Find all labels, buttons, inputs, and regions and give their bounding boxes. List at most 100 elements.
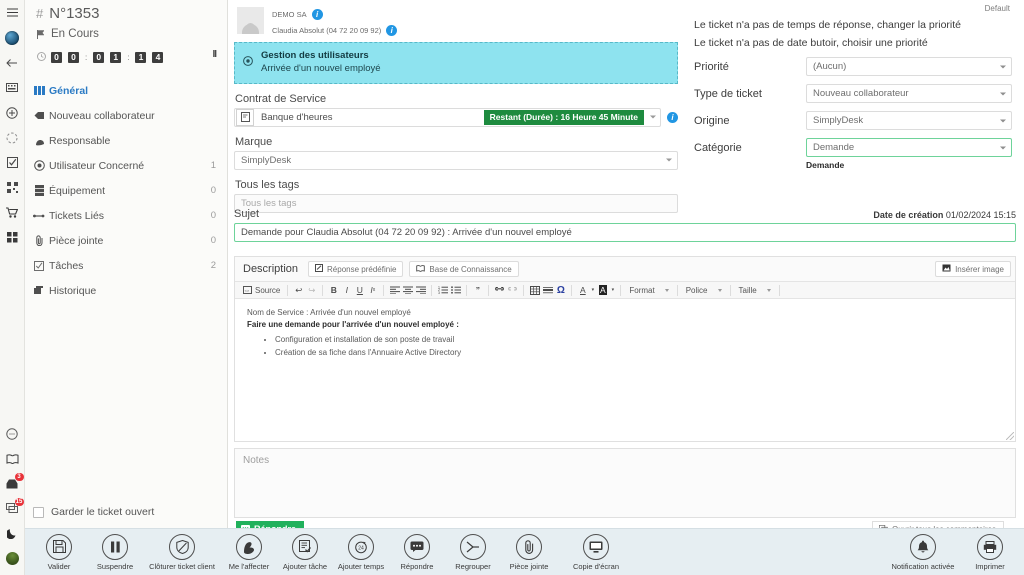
sidebar-item-equipement[interactable]: Équipement 0 [25,178,227,203]
grid-apps-icon[interactable] [0,225,25,250]
underline-icon[interactable]: U [353,283,366,297]
background-color-icon[interactable]: A [596,283,609,297]
globe-icon[interactable] [0,25,25,50]
task-check-icon[interactable] [0,150,25,175]
cart-icon[interactable] [0,200,25,225]
predefined-reply-button[interactable]: Réponse prédéfinie [308,261,404,277]
font-dropdown[interactable]: Police [682,286,726,295]
sidebar-item-utilisateur-concerne[interactable]: Utilisateur Concerné 1 [25,153,227,178]
redo-icon[interactable]: ↪ [305,283,318,297]
numbered-list-icon[interactable]: 123 [436,283,449,297]
background-color-caret-icon[interactable]: ▾ [609,283,616,297]
merge-button[interactable]: Regrouper [445,533,501,571]
marque-select[interactable]: SimplyDesk [234,150,678,170]
table-icon[interactable] [528,283,541,297]
company-info-icon[interactable]: i [311,9,323,20]
creation-date-value: 01/02/2024 15:15 [945,210,1016,220]
source-button[interactable]: <> Source [240,283,283,297]
police-label: Police [685,285,708,295]
sidebar-item-general[interactable]: Général [25,78,227,103]
notes-textarea[interactable]: Notes [234,448,1016,518]
origine-label: Origine [694,114,730,127]
contact-info-icon[interactable]: i [386,25,398,36]
paperclip-icon [516,533,542,560]
categorie-select[interactable]: Demande [806,138,1012,157]
divider [778,284,780,296]
close-client-ticket-button[interactable]: Clôturer ticket client [143,533,221,571]
insert-image-button[interactable]: Insérer image [935,261,1011,277]
format-dropdown[interactable]: Format [625,286,672,295]
keyboard-icon[interactable] [0,75,25,100]
bold-icon[interactable]: B [327,283,340,297]
sidebar-item-piece-jointe[interactable]: Pièce jointe 0 [25,228,227,253]
blockquote-icon[interactable]: ” [471,283,484,297]
user-avatar-icon[interactable] [0,546,25,571]
sidebar-item-taches[interactable]: Tâches 2 [25,253,227,278]
italic-icon[interactable]: I [340,283,353,297]
ticket-timer: 0 0 : 0 1 : 1 4 II [25,40,227,66]
add-task-button[interactable]: Ajouter tâche [277,533,333,571]
merge-label: Regrouper [455,561,491,571]
comments-icon[interactable]: 15 [0,496,25,521]
menu-icon[interactable] [0,0,25,25]
editor-resize-handle[interactable] [1006,432,1014,440]
attachment-button[interactable]: Pièce jointe [501,533,557,571]
validate-button[interactable]: Valider [31,533,87,571]
sidebar-item-responsable[interactable]: Responsable [25,128,227,153]
service-banner[interactable]: Gestion des utilisateurs Arrivée d'un no… [234,42,678,84]
add-time-button[interactable]: 24 Ajouter temps [333,533,389,571]
text-color-caret-icon[interactable]: ▾ [589,283,596,297]
suspend-button[interactable]: Suspendre [87,533,143,571]
priority-select[interactable]: (Aucun) [806,57,1012,76]
marque-label: Marque [235,135,273,148]
bulleted-list-icon[interactable] [449,283,462,297]
book-icon[interactable] [0,446,25,471]
moon-icon[interactable] [0,521,25,546]
timer-colon-1: : [85,52,88,62]
description-body[interactable]: Nom de Service : Arrivée d'un nouvel emp… [235,299,1015,441]
divider [287,284,289,296]
horizontal-rule-icon[interactable] [541,283,554,297]
screenshot-button[interactable]: Copie d'écran [557,533,635,571]
keep-ticket-open-checkbox[interactable] [33,506,44,518]
text-color-icon[interactable]: A [576,283,589,297]
timer-digit-s1: 1 [135,51,147,63]
undo-icon[interactable]: ↩ [292,283,305,297]
ticket-type-select[interactable]: Nouveau collaborateur [806,84,1012,103]
categorie-value: Demande [813,142,855,153]
align-right-icon[interactable] [414,283,427,297]
subject-input[interactable]: Demande pour Claudia Absolut (04 72 20 0… [234,223,1016,242]
back-arrow-icon[interactable] [0,50,25,75]
contract-info-icon[interactable]: i [667,111,678,123]
sidebar-item-label: Équipement [49,184,106,197]
knowledge-base-button[interactable]: Base de Connaissance [409,261,519,277]
ticket-type-row: Type de ticket Nouveau collaborateur [694,84,1012,103]
add-circle-icon[interactable] [0,100,25,125]
contract-select[interactable]: Banque d'heures Restant (Durée) : 16 Heu… [234,107,661,127]
align-left-icon[interactable] [388,283,401,297]
notification-button[interactable]: Notification activée [884,533,962,571]
remove-format-icon[interactable]: Ix [366,283,379,297]
assign-to-me-button[interactable]: Me l'affecter [221,533,277,571]
chat-bubble-icon[interactable] [0,421,25,446]
link-icon[interactable] [493,283,506,297]
sidebar-item-historique[interactable]: Historique [25,278,227,303]
reply-action-button[interactable]: Répondre [389,533,445,571]
refresh-circle-icon[interactable] [0,125,25,150]
origine-select[interactable]: SimplyDesk [806,111,1012,130]
timer-pause-button[interactable]: II [212,49,216,60]
print-button[interactable]: Imprimer [962,533,1018,571]
link-icon [33,210,45,222]
align-center-icon[interactable] [401,283,414,297]
qrcode-icon[interactable] [0,175,25,200]
size-dropdown[interactable]: Taille [735,286,775,295]
special-char-icon[interactable]: Ω [554,283,567,297]
default-label: Default [984,4,1010,13]
sidebar-item-tickets-lies[interactable]: Tickets Liés 0 [25,203,227,228]
inbox-icon[interactable]: 3 [0,471,25,496]
unlink-icon[interactable] [506,283,519,297]
sidebar-item-count: 1 [210,160,216,171]
ticket-status-label: En Cours [51,28,99,40]
sidebar-item-nouveau-collaborateur[interactable]: Nouveau collaborateur [25,103,227,128]
chevron-down-icon[interactable] [650,115,656,119]
